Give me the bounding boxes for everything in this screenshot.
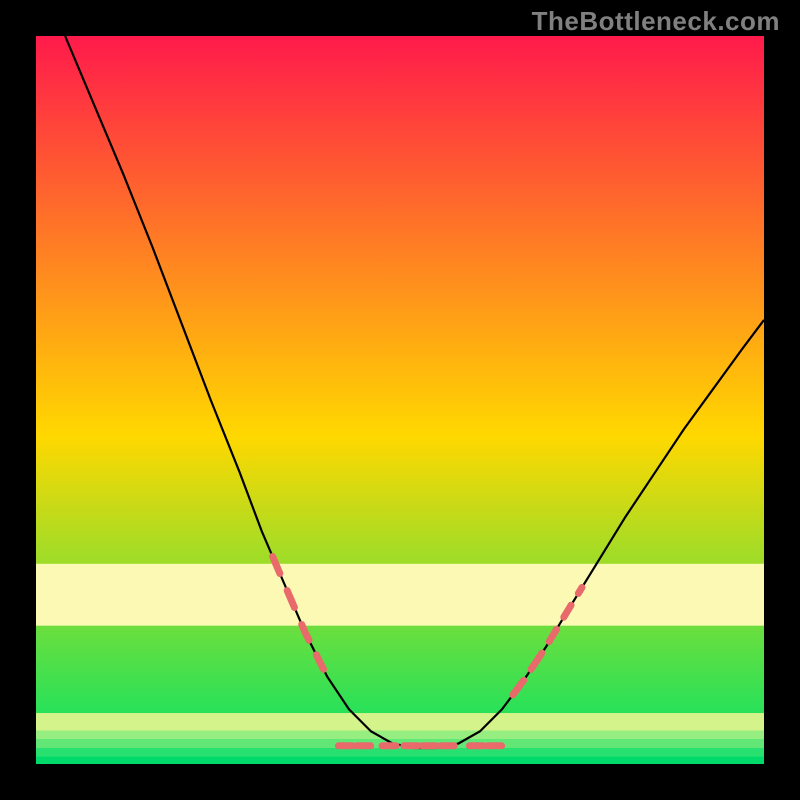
watermark-text: TheBottleneck.com [532,6,780,37]
plot-svg [0,0,800,800]
band-3 [36,739,764,748]
band-1 [36,713,764,730]
band-5 [36,757,764,764]
chart-frame: TheBottleneck.com [0,0,800,800]
band-4 [36,748,764,757]
gradient-background [36,36,764,764]
band-0 [36,564,764,626]
band-2 [36,731,764,740]
